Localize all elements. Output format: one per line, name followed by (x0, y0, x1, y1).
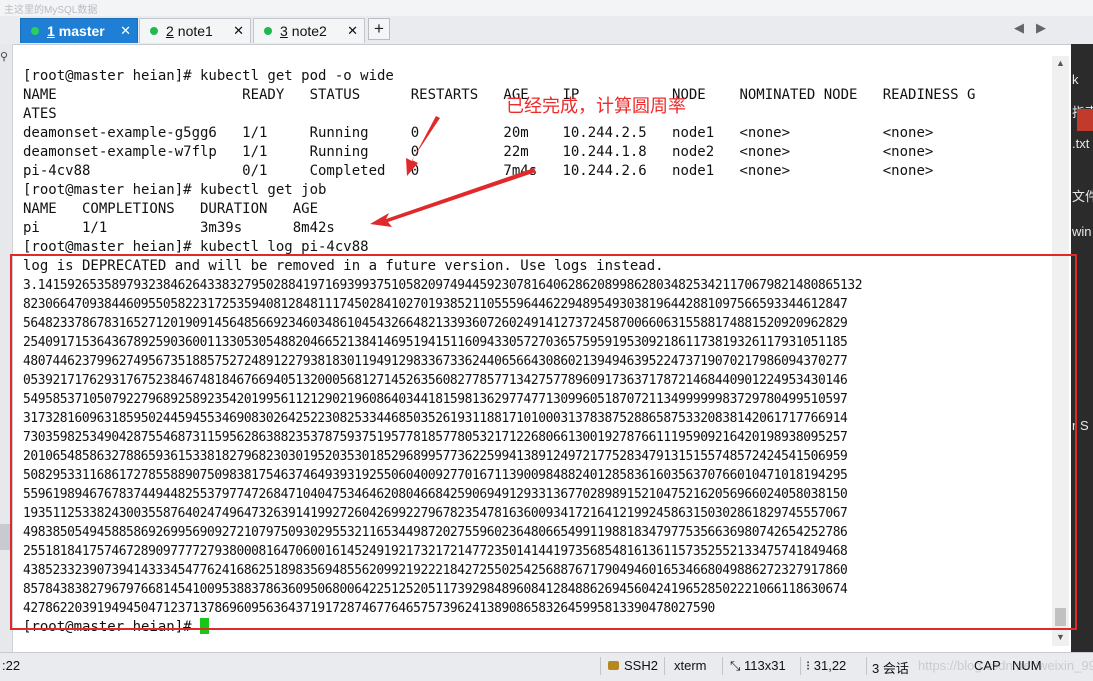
status-caps: CAP (974, 658, 1001, 673)
status-size: ⤡ 113x31 (730, 658, 786, 673)
status-bar: :22 SSH2 xterm ⤡ 113x31 ⁝ 31,22 3 会话 htt… (0, 652, 1093, 681)
cursor-pos-icon: ⁝ (806, 658, 814, 673)
status-num: NUM (1012, 658, 1042, 673)
status-term-type: xterm (674, 658, 707, 673)
arrow-to-completed (406, 116, 440, 176)
arrow-to-job-age (370, 168, 536, 227)
status-left: :22 (2, 658, 21, 673)
status-cursor-pos: ⁝ 31,22 (806, 658, 847, 673)
watermark: https://blog.csdn.net/weixin_99 (918, 658, 1093, 673)
resize-icon: ⤡ (730, 658, 745, 673)
lock-icon (608, 661, 619, 670)
status-protocol: SSH2 (608, 658, 658, 673)
status-sessions: 3 会话 (872, 661, 909, 676)
annotation-arrows (370, 116, 536, 227)
